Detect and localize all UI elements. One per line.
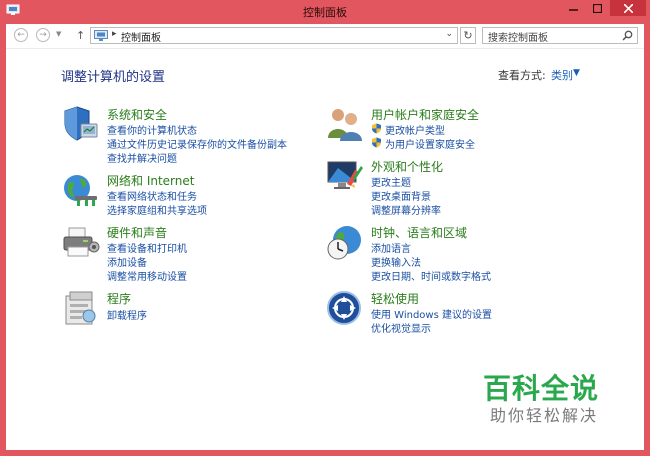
uac-shield-icon <box>372 137 381 148</box>
category-title[interactable]: 用户帐户和家庭安全 <box>371 106 479 123</box>
link-screen-resolution[interactable]: 调整屏幕分辨率 <box>371 202 441 217</box>
arrow-left-icon: ← <box>17 30 25 40</box>
users-icon[interactable] <box>325 104 365 144</box>
maximize-icon <box>592 3 602 13</box>
page-title: 调整计算机的设置 <box>61 70 166 85</box>
view-by-label: 查看方式: <box>498 69 546 82</box>
link-mobility-settings[interactable]: 调整常用移动设置 <box>107 268 187 283</box>
link-add-language[interactable]: 添加语言 <box>371 240 411 255</box>
category-title[interactable]: 轻松使用 <box>371 290 419 307</box>
chevron-down-icon: ▼ <box>56 30 62 38</box>
search-box[interactable]: 搜索控制面板 <box>482 27 638 44</box>
category-title[interactable]: 时钟、语言和区域 <box>371 224 467 241</box>
breadcrumb-separator-icon: ▸ <box>112 29 117 39</box>
monitor-paint-icon[interactable] <box>325 156 365 196</box>
link-optimize-visual-display[interactable]: 优化视觉显示 <box>371 320 431 335</box>
link-network-status[interactable]: 查看网络状态和任务 <box>107 188 197 203</box>
link-homegroup-sharing[interactable]: 选择家庭组和共享选项 <box>107 202 207 217</box>
maximize-button[interactable] <box>586 0 608 16</box>
link-change-background[interactable]: 更改桌面背景 <box>371 188 431 203</box>
link-family-safety[interactable]: 为用户设置家庭安全 <box>385 136 475 151</box>
refresh-icon: ↻ <box>463 29 473 42</box>
window-title: 控制面板 <box>303 6 347 19</box>
chevron-down-icon[interactable]: ▼ <box>573 68 580 78</box>
up-button[interactable]: ↑ <box>76 29 85 42</box>
close-icon <box>623 3 633 13</box>
link-change-theme[interactable]: 更改主题 <box>371 174 411 189</box>
link-devices-printers[interactable]: 查看设备和打印机 <box>107 240 187 255</box>
minimize-button[interactable] <box>562 0 584 16</box>
category-title[interactable]: 网络和 Internet <box>107 172 194 189</box>
link-troubleshoot[interactable]: 查找并解决问题 <box>107 150 177 165</box>
window-controls <box>562 0 646 16</box>
link-change-input-method[interactable]: 更换输入法 <box>371 254 421 269</box>
network-globe-icon[interactable] <box>61 170 101 210</box>
category-title[interactable]: 系统和安全 <box>107 106 167 123</box>
forward-button[interactable]: → <box>36 28 50 42</box>
arrow-right-icon: → <box>39 30 47 40</box>
link-add-device[interactable]: 添加设备 <box>107 254 147 269</box>
printer-icon[interactable] <box>61 222 101 262</box>
uac-shield-icon <box>372 123 381 134</box>
link-view-computer-status[interactable]: 查看你的计算机状态 <box>107 122 197 137</box>
minimize-icon <box>568 8 578 11</box>
programs-icon[interactable] <box>61 288 101 328</box>
search-icon[interactable] <box>622 30 633 41</box>
navigation-bar: ← → ▼ ↑ ▸ 控制面板 ⌄ ↻ 搜索控制面板 <box>6 24 644 49</box>
recent-pages-button[interactable]: ▼ <box>56 30 61 38</box>
link-change-account-type[interactable]: 更改帐户类型 <box>385 122 445 137</box>
arrow-up-icon: ↑ <box>76 29 86 42</box>
control-panel-window: 控制面板 ← → ▼ ↑ ▸ 控制面板 ⌄ ↻ 搜索控制面板 调整计算机的设置 … <box>0 0 650 456</box>
category-title[interactable]: 外观和个性化 <box>371 158 443 175</box>
address-text: 控制面板 <box>121 33 161 44</box>
link-windows-suggested-settings[interactable]: 使用 Windows 建议的设置 <box>371 306 492 321</box>
ease-of-access-icon[interactable] <box>325 288 365 328</box>
title-bar[interactable]: 控制面板 <box>0 0 650 22</box>
close-button[interactable] <box>610 0 646 16</box>
category-title[interactable]: 硬件和声音 <box>107 224 167 241</box>
address-dropdown-icon[interactable]: ⌄ <box>445 29 453 39</box>
address-bar[interactable]: ▸ 控制面板 ⌄ <box>90 27 458 44</box>
refresh-button[interactable]: ↻ <box>460 27 476 44</box>
back-button[interactable]: ← <box>14 28 28 42</box>
link-date-time-format[interactable]: 更改日期、时间或数字格式 <box>371 268 491 283</box>
watermark-subtitle: 助你轻松解决 <box>490 406 599 425</box>
link-file-history-backup[interactable]: 通过文件历史记录保存你的文件备份副本 <box>107 136 287 151</box>
category-title[interactable]: 程序 <box>107 290 131 307</box>
link-uninstall-program[interactable]: 卸载程序 <box>107 307 147 322</box>
control-panel-icon <box>94 30 108 41</box>
shield-icon[interactable] <box>61 104 101 144</box>
search-input[interactable]: 搜索控制面板 <box>488 29 548 44</box>
watermark-title: 百科全说 <box>483 372 600 405</box>
clock-globe-icon[interactable] <box>325 222 365 262</box>
view-by-dropdown[interactable]: 类别 <box>551 67 573 83</box>
